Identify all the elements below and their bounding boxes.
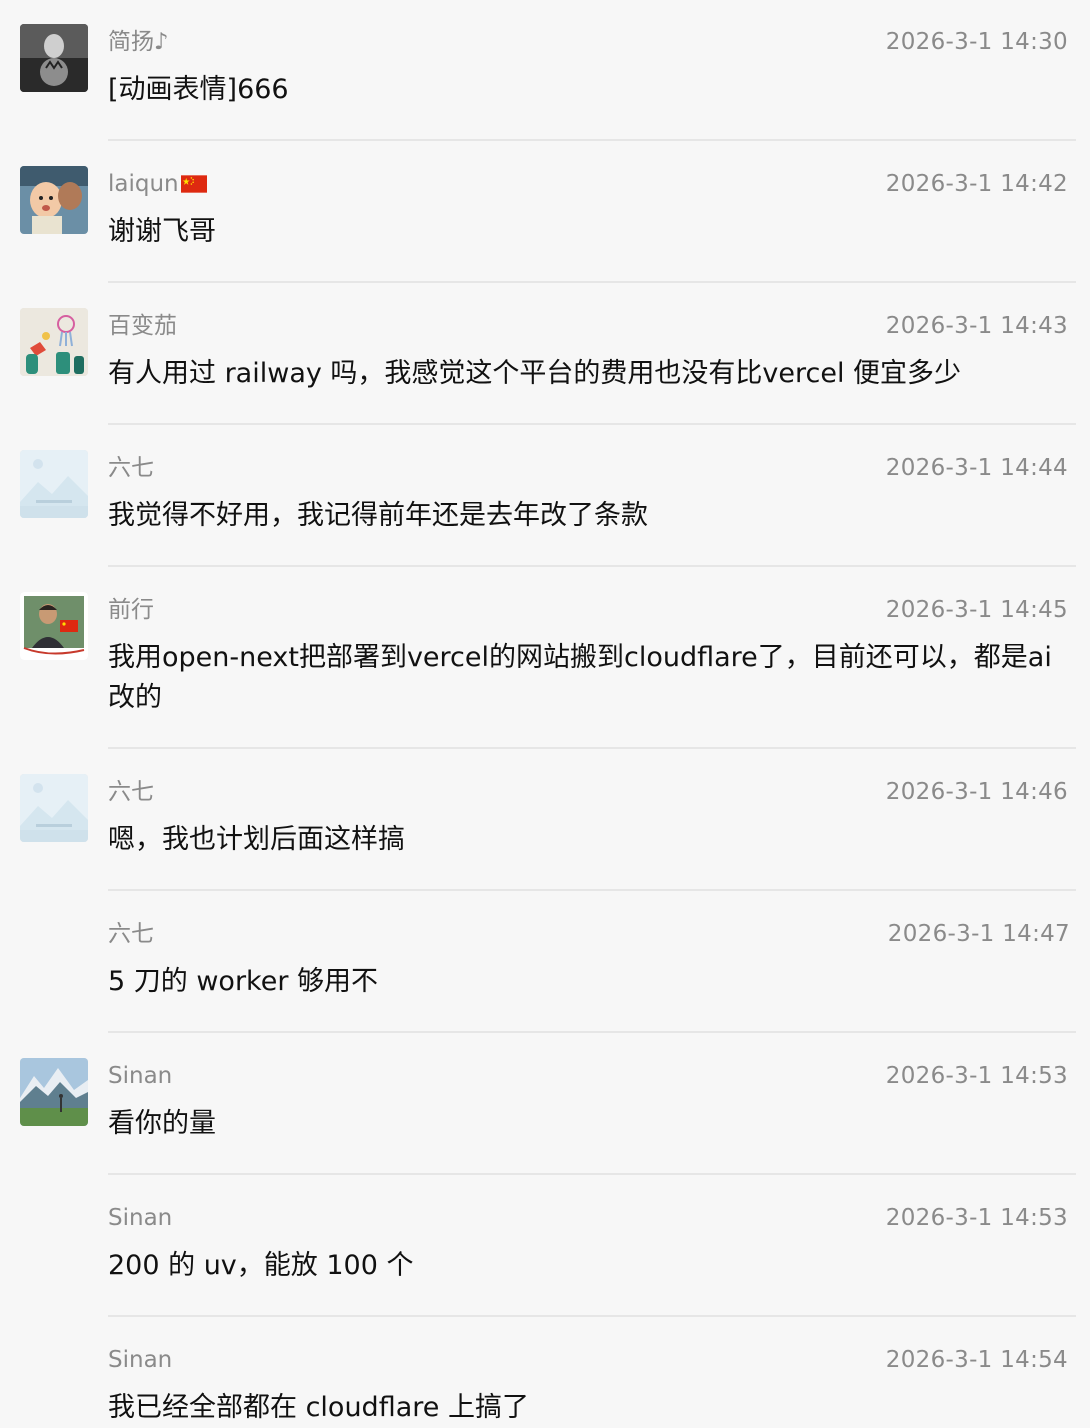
message-timestamp: 2026-3-1 14:42 — [885, 171, 1068, 197]
message-timestamp: 2026-3-1 14:43 — [885, 313, 1068, 339]
drawing-avatar[interactable] — [20, 308, 88, 376]
message-text: 我觉得不好用，我记得前年还是去年改了条款 — [108, 500, 648, 531]
mountain-landscape-avatar[interactable] — [20, 1058, 88, 1126]
message-divider — [108, 889, 1076, 891]
message-divider — [108, 139, 1076, 141]
message-text: 200 的 uv，能放 100 个 — [108, 1250, 414, 1281]
message-text: 谢谢飞哥 — [108, 216, 216, 247]
message-timestamp: 2026-3-1 14:44 — [885, 455, 1068, 481]
message-timestamp: 2026-3-1 14:53 — [885, 1205, 1068, 1231]
sender-name[interactable]: laiqun — [108, 168, 207, 200]
message-divider — [108, 1315, 1076, 1317]
message-item[interactable]: 简扬♪ 2026-3-1 14:30 [动画表情]666 — [0, 0, 1090, 142]
message-text: 我用open-next把部署到vercel的网站搬到cloudflare了，目前… — [108, 642, 1052, 713]
message-timestamp: 2026-3-1 14:54 — [885, 1347, 1068, 1373]
message-timestamp: 2026-3-1 14:46 — [885, 779, 1068, 805]
message-item[interactable]: 前行 2026-3-1 14:45 我用open-next把部署到vercel的… — [0, 568, 1090, 750]
message-text: 嗯，我也计划后面这样搞 — [108, 824, 405, 855]
message-divider — [108, 281, 1076, 283]
message-timestamp: 2026-3-1 14:47 — [887, 921, 1070, 947]
sender-name[interactable]: 六七 — [108, 918, 154, 950]
message-item[interactable]: Sinan 2026-3-1 14:54 我已经全部都在 cloudflare … — [0, 1318, 1090, 1424]
sender-name[interactable]: Sinan — [108, 1344, 172, 1376]
message-text: 我已经全部都在 cloudflare 上搞了 — [108, 1392, 529, 1423]
sender-name[interactable]: 简扬♪ — [108, 26, 169, 58]
placeholder-image-avatar[interactable] — [20, 450, 88, 518]
baby-photo-avatar[interactable] — [20, 166, 88, 234]
message-divider — [108, 747, 1076, 749]
man-with-flag-avatar[interactable] — [20, 592, 88, 660]
sender-name[interactable]: 前行 — [108, 594, 154, 626]
message-text: [动画表情]666 — [108, 74, 289, 105]
message-item[interactable]: laiqun 2026-3-1 14:42 谢谢飞哥 — [0, 142, 1090, 284]
message-timestamp: 2026-3-1 14:30 — [885, 29, 1068, 55]
sender-name[interactable]: 六七 — [108, 452, 154, 484]
message-timestamp: 2026-3-1 14:53 — [885, 1063, 1068, 1089]
sender-name[interactable]: Sinan — [108, 1060, 172, 1092]
sender-name-text[interactable]: laiqun — [108, 171, 179, 197]
chat-message-list[interactable]: 简扬♪ 2026-3-1 14:30 [动画表情]666 laiqun 2026… — [0, 0, 1090, 1424]
message-text: 看你的量 — [108, 1108, 216, 1139]
message-item[interactable]: 百变茄 2026-3-1 14:43 有人用过 railway 吗，我感觉这个平… — [0, 284, 1090, 426]
message-divider — [108, 565, 1076, 567]
message-divider — [108, 1173, 1076, 1175]
message-item[interactable]: 六七 2026-3-1 14:44 我觉得不好用，我记得前年还是去年改了条款 — [0, 426, 1090, 568]
sender-name[interactable]: 六七 — [108, 776, 154, 808]
tiger-reflection-avatar[interactable] — [20, 24, 88, 92]
message-item[interactable]: Sinan 2026-3-1 14:53 看你的量 — [0, 1034, 1090, 1176]
message-divider — [108, 1031, 1076, 1033]
message-divider — [108, 423, 1076, 425]
placeholder-image-avatar[interactable] — [20, 774, 88, 842]
message-item[interactable]: 六七 2026-3-1 14:46 嗯，我也计划后面这样搞 — [0, 750, 1090, 892]
message-item[interactable]: 六七 2026-3-1 14:47 5 刀的 worker 够用不 — [0, 892, 1090, 1034]
sender-name[interactable]: 百变茄 — [108, 310, 177, 342]
cn-flag-icon — [180, 175, 207, 193]
message-timestamp: 2026-3-1 14:45 — [885, 597, 1068, 623]
message-text: 有人用过 railway 吗，我感觉这个平台的费用也没有比vercel 便宜多少 — [108, 358, 962, 389]
sender-name[interactable]: Sinan — [108, 1202, 172, 1234]
message-item[interactable]: Sinan 2026-3-1 14:53 200 的 uv，能放 100 个 — [0, 1176, 1090, 1318]
message-text: 5 刀的 worker 够用不 — [108, 966, 379, 997]
